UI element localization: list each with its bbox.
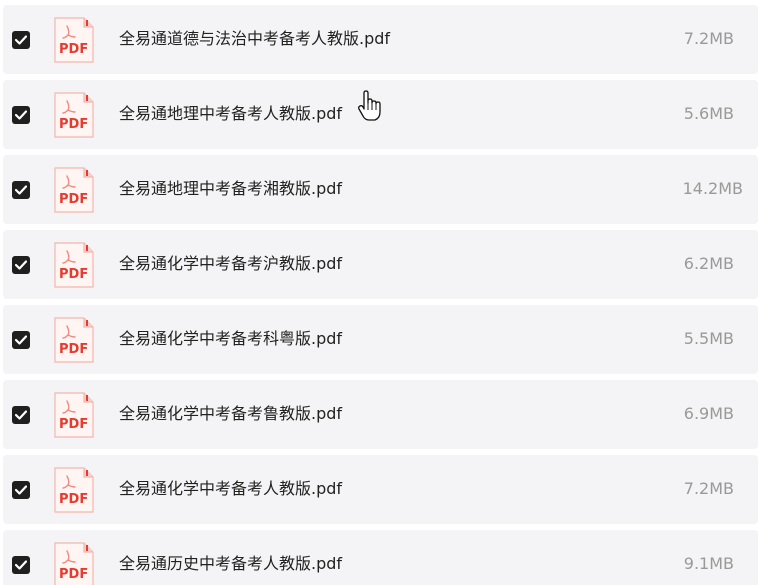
file-size: 14.2MB: [682, 179, 743, 198]
file-name: 全易通道德与法治中考备考人教版.pdf: [119, 29, 391, 48]
file-row[interactable]: PDF 全易通道德与法治中考备考人教版.pdf 7.2MB: [3, 5, 758, 74]
pdf-file-icon: PDF: [53, 541, 95, 585]
svg-text:PDF: PDF: [59, 117, 88, 132]
file-row[interactable]: PDF 全易通地理中考备考人教版.pdf 5.6MB: [3, 80, 758, 149]
file-checkbox[interactable]: [12, 181, 30, 199]
pdf-file-icon: PDF: [53, 91, 95, 139]
file-size: 5.6MB: [683, 104, 734, 123]
pdf-file-icon: PDF: [53, 316, 95, 364]
file-checkbox[interactable]: [12, 481, 30, 499]
svg-text:PDF: PDF: [59, 342, 88, 357]
file-list: PDF 全易通道德与法治中考备考人教版.pdf 7.2MB PDF 全易通地理中…: [0, 0, 758, 585]
file-name: 全易通化学中考备考鲁教版.pdf: [119, 404, 343, 423]
checkmark-icon: [15, 485, 27, 495]
svg-text:PDF: PDF: [59, 192, 88, 207]
pdf-file-icon: PDF: [53, 391, 95, 439]
checkmark-icon: [15, 410, 27, 420]
file-row[interactable]: PDF 全易通化学中考备考沪教版.pdf 6.2MB: [3, 230, 758, 299]
checkmark-icon: [15, 185, 27, 195]
file-name: 全易通化学中考备考沪教版.pdf: [119, 254, 343, 273]
file-name: 全易通化学中考备考人教版.pdf: [119, 479, 343, 498]
file-size: 9.1MB: [683, 554, 734, 573]
file-size: 7.2MB: [683, 479, 734, 498]
file-row[interactable]: PDF 全易通化学中考备考人教版.pdf 7.2MB: [3, 455, 758, 524]
file-name: 全易通地理中考备考湘教版.pdf: [119, 179, 343, 198]
checkmark-icon: [15, 35, 27, 45]
file-checkbox[interactable]: [12, 31, 30, 49]
file-size: 5.5MB: [683, 329, 734, 348]
file-checkbox[interactable]: [12, 406, 30, 424]
checkmark-icon: [15, 335, 27, 345]
file-name: 全易通历史中考备考人教版.pdf: [119, 554, 343, 573]
file-checkbox[interactable]: [12, 556, 30, 574]
svg-text:PDF: PDF: [59, 42, 88, 57]
file-size: 7.2MB: [683, 29, 734, 48]
file-row[interactable]: PDF 全易通地理中考备考湘教版.pdf 14.2MB: [3, 155, 758, 224]
file-size: 6.2MB: [683, 254, 734, 273]
pdf-file-icon: PDF: [53, 16, 95, 64]
pdf-file-icon: PDF: [53, 466, 95, 514]
pdf-file-icon: PDF: [53, 166, 95, 214]
file-size: 6.9MB: [683, 404, 734, 423]
pdf-file-icon: PDF: [53, 241, 95, 289]
svg-text:PDF: PDF: [59, 492, 88, 507]
svg-text:PDF: PDF: [59, 417, 88, 432]
checkmark-icon: [15, 110, 27, 120]
file-checkbox[interactable]: [12, 256, 30, 274]
svg-text:PDF: PDF: [59, 267, 88, 282]
file-checkbox[interactable]: [12, 106, 30, 124]
checkmark-icon: [15, 260, 27, 270]
file-name: 全易通地理中考备考人教版.pdf: [119, 104, 343, 123]
file-row[interactable]: PDF 全易通化学中考备考科粤版.pdf 5.5MB: [3, 305, 758, 374]
file-row[interactable]: PDF 全易通化学中考备考鲁教版.pdf 6.9MB: [3, 380, 758, 449]
file-row[interactable]: PDF 全易通历史中考备考人教版.pdf 9.1MB: [3, 530, 758, 585]
svg-text:PDF: PDF: [59, 567, 88, 582]
file-name: 全易通化学中考备考科粤版.pdf: [119, 329, 343, 348]
file-checkbox[interactable]: [12, 331, 30, 349]
checkmark-icon: [15, 560, 27, 570]
